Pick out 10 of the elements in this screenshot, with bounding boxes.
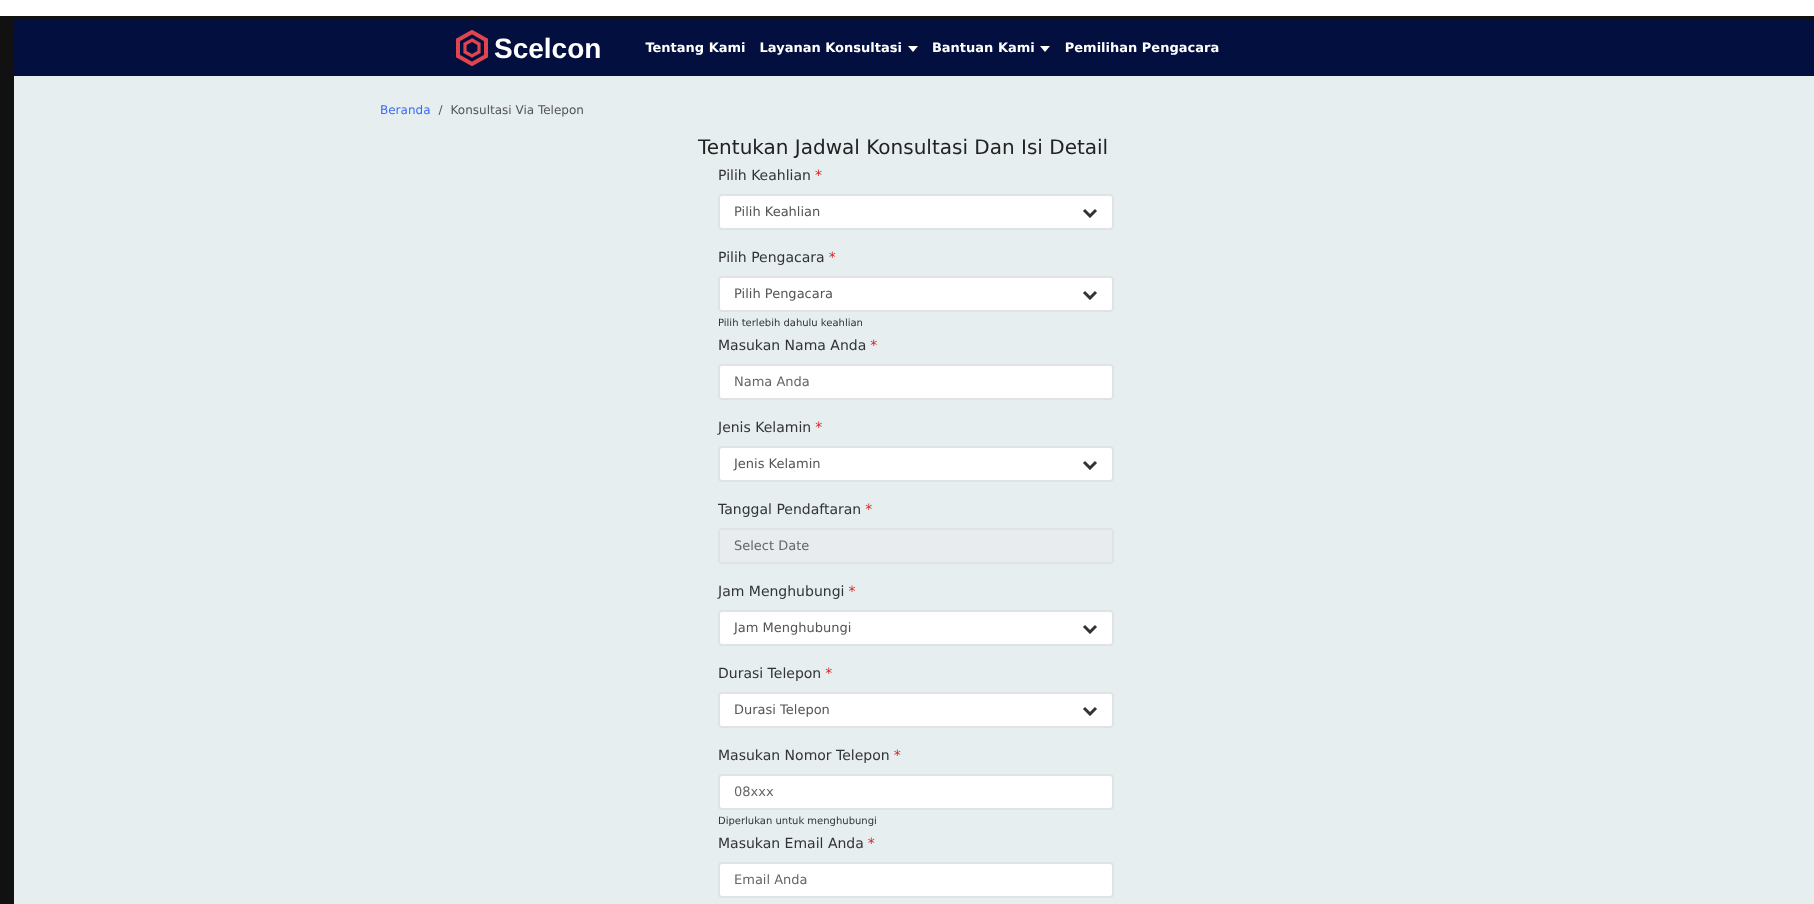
chevron-down-icon xyxy=(1082,459,1098,469)
chevron-down-icon xyxy=(1082,705,1098,715)
form-title: Tentukan Jadwal Konsultasi Dan Isi Detail xyxy=(698,138,1111,160)
caret-icon xyxy=(1040,45,1051,51)
hexagon-logo-icon xyxy=(456,30,488,66)
chevron-down-icon xyxy=(1082,207,1098,217)
brand-name[interactable]: Scelcon xyxy=(494,32,602,64)
chevron-down-icon xyxy=(1082,289,1098,299)
chevron-down-icon xyxy=(1082,623,1098,633)
caret-icon xyxy=(907,45,918,51)
